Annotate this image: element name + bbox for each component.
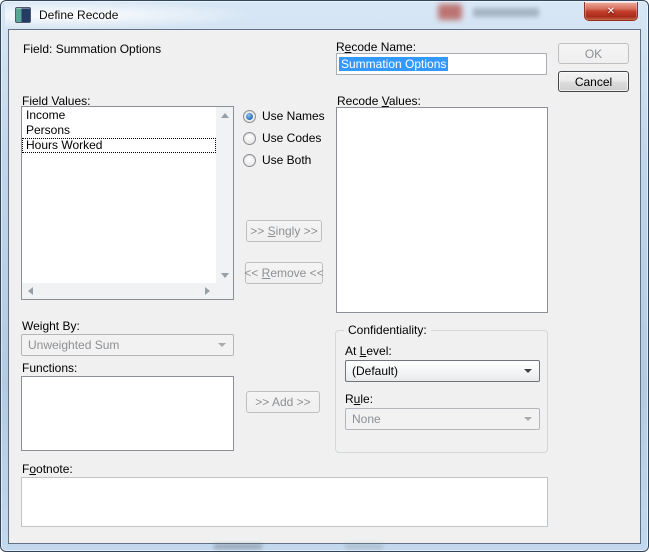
footnote-textarea[interactable] — [21, 477, 548, 527]
at-level-dropdown[interactable]: (Default) — [345, 360, 540, 382]
remove-button[interactable]: << Remove << — [245, 262, 323, 284]
list-item-persons[interactable]: Persons — [22, 123, 216, 138]
footnote-label: Footnote: — [22, 462, 73, 476]
define-recode-dialog: Define Recode ✕ Field: Summation Options… — [0, 0, 649, 552]
close-button[interactable]: ✕ — [584, 2, 638, 21]
at-level-label: At Level: — [345, 344, 392, 358]
radio-use-codes[interactable]: Use Codes — [243, 131, 321, 145]
taskbar-blur-smudge — [345, 544, 383, 549]
chevron-down-icon — [524, 369, 532, 373]
app-icon — [15, 7, 31, 23]
recode-name-input[interactable]: Summation Options — [336, 53, 547, 75]
scroll-up-button[interactable] — [216, 107, 233, 123]
down-arrow-icon — [221, 273, 229, 278]
horizontal-scrollbar[interactable] — [22, 283, 216, 299]
recode-values-listbox[interactable] — [336, 107, 548, 313]
radio-label: Use Names — [262, 109, 325, 123]
list-item-hours-worked[interactable]: Hours Worked — [22, 138, 216, 153]
dialog-client-area: Field: Summation Options Recode Name: Su… — [8, 29, 641, 544]
radio-button-icon — [243, 110, 256, 123]
field-summary-label: Field: Summation Options — [23, 42, 161, 56]
field-values-listbox[interactable]: Income Persons Hours Worked — [21, 106, 234, 300]
scrollbar-corner — [216, 283, 233, 299]
add-button[interactable]: >> Add >> — [246, 391, 320, 413]
taskbar-blur-smudge — [214, 544, 262, 549]
confidentiality-group: Confidentiality: At Level: (Default) Rul… — [335, 330, 548, 453]
dropdown-value: None — [352, 412, 381, 426]
singly-button[interactable]: >> Singly >> — [246, 220, 322, 242]
functions-listbox[interactable] — [21, 376, 234, 451]
selected-text: Summation Options — [339, 57, 448, 71]
background-window-blur-text — [473, 8, 539, 17]
close-icon: ✕ — [607, 6, 615, 17]
dropdown-value: Unweighted Sum — [28, 338, 119, 352]
vertical-scrollbar[interactable] — [216, 107, 233, 283]
confidentiality-group-label: Confidentiality: — [344, 323, 431, 337]
cancel-button[interactable]: Cancel — [558, 71, 629, 92]
radio-label: Use Codes — [262, 131, 321, 145]
list-item-income[interactable]: Income — [22, 108, 216, 123]
radio-use-both[interactable]: Use Both — [243, 153, 311, 167]
up-arrow-icon — [221, 113, 229, 118]
radio-button-icon — [243, 132, 256, 145]
window-title: Define Recode — [39, 8, 118, 22]
recode-name-label: Recode Name: — [336, 40, 416, 54]
listbox-rows: Income Persons Hours Worked — [22, 108, 233, 153]
scroll-down-button[interactable] — [216, 267, 233, 283]
right-arrow-icon — [205, 287, 210, 295]
radio-label: Use Both — [262, 153, 311, 167]
weight-by-label: Weight By: — [22, 319, 80, 333]
chevron-down-icon — [218, 343, 226, 347]
radio-button-icon — [243, 154, 256, 167]
recode-values-label: Recode Values: — [337, 94, 421, 108]
left-arrow-icon — [28, 287, 33, 295]
functions-label: Functions: — [22, 361, 77, 375]
rule-label: Rule: — [345, 392, 373, 406]
rule-dropdown[interactable]: None — [345, 408, 540, 430]
ok-button[interactable]: OK — [558, 43, 629, 64]
dropdown-value: (Default) — [352, 364, 398, 378]
weight-by-dropdown[interactable]: Unweighted Sum — [21, 334, 234, 356]
field-summary-value: Summation Options — [56, 42, 161, 56]
scroll-left-button[interactable] — [22, 283, 39, 299]
scroll-right-button[interactable] — [199, 283, 216, 299]
chevron-down-icon — [524, 417, 532, 421]
background-window-blur-icon — [438, 4, 462, 20]
radio-use-names[interactable]: Use Names — [243, 109, 325, 123]
titlebar[interactable]: Define Recode ✕ — [1, 1, 648, 29]
